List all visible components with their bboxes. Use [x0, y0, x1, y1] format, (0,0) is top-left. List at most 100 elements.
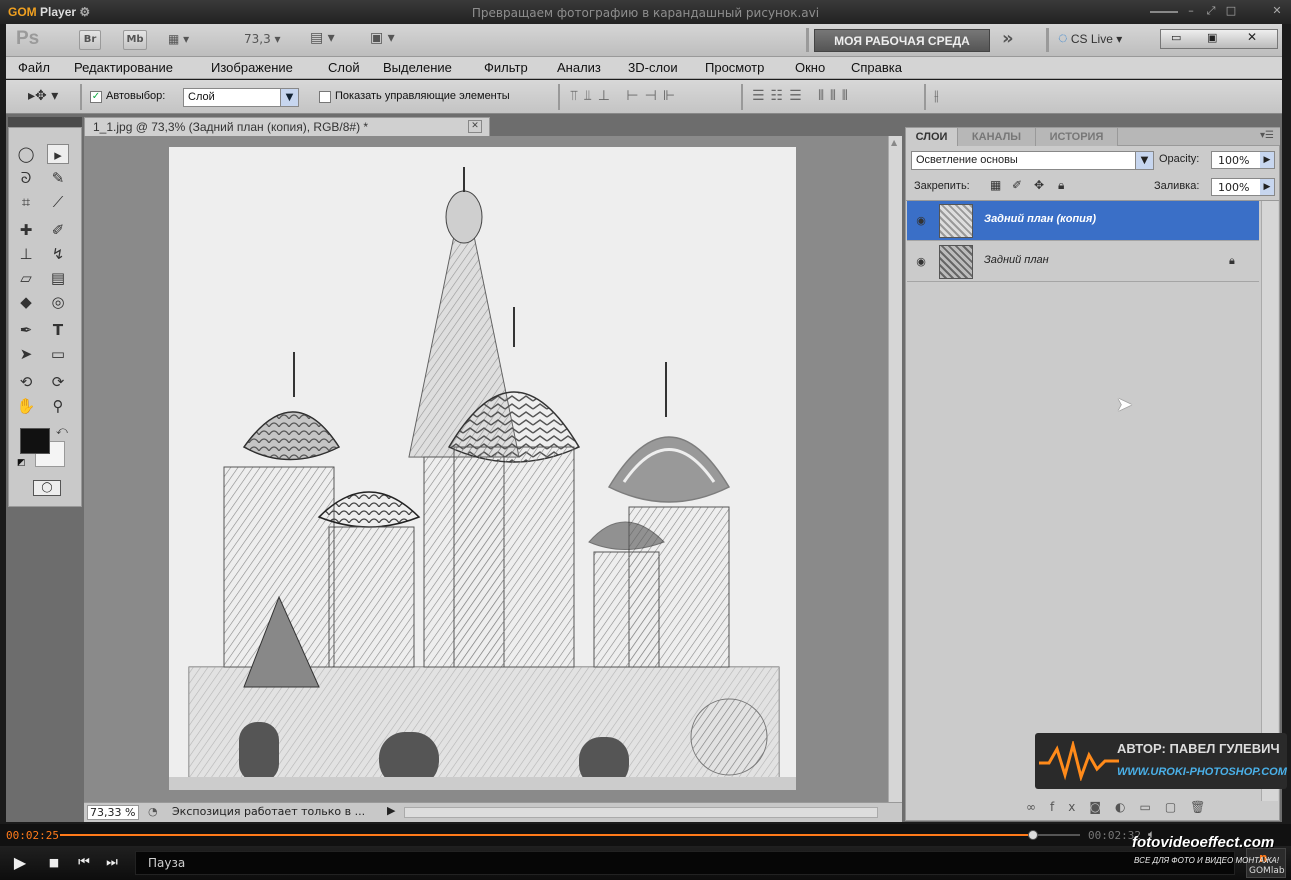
close-icon[interactable]: ✕	[1270, 4, 1284, 18]
ps-close-icon[interactable]: ✕	[1247, 30, 1257, 44]
distribute-buttons[interactable]: ☰☷☰ ⫴⫴⫴	[752, 88, 854, 104]
lock-transparency-icon[interactable]: ▦	[990, 178, 1001, 192]
crop-tool-icon[interactable]: ⌗	[15, 192, 37, 212]
3d-rotate-icon[interactable]: ⟲	[15, 372, 37, 392]
close-document-icon[interactable]: ✕	[468, 120, 482, 133]
horizontal-scrollbar[interactable]	[404, 807, 878, 818]
type-tool-icon[interactable]: T	[47, 320, 69, 340]
quick-mask-icon[interactable]: ◯	[33, 480, 61, 496]
dodge-tool-icon[interactable]: ◎	[47, 292, 69, 312]
eyedropper-tool-icon[interactable]: ⟋	[47, 192, 69, 212]
workspace-button[interactable]: МОЯ РАБОЧАЯ СРЕДА	[814, 29, 990, 52]
lock-position-icon[interactable]: ✥	[1034, 178, 1044, 192]
fill-field[interactable]: 100% ▶	[1211, 178, 1275, 196]
next-icon[interactable]: ⏭	[104, 855, 120, 871]
cs-live-menu[interactable]: ◌ CS Live ▾	[1058, 30, 1122, 48]
view-extras-dropdown[interactable]: ▦ ▾	[168, 32, 214, 48]
marquee-tool-icon[interactable]: ◯	[15, 144, 37, 164]
path-selection-icon[interactable]: ➤	[15, 344, 37, 364]
menu-analysis[interactable]: Анализ	[557, 60, 601, 75]
new-layer-icon[interactable]: ▢	[1165, 800, 1190, 814]
stop-icon[interactable]: ■	[46, 855, 62, 871]
brush-tool-icon[interactable]: ✐	[47, 220, 69, 240]
clone-stamp-icon[interactable]: ⊥	[15, 244, 37, 264]
menu-window[interactable]: Окно	[795, 60, 825, 75]
scroll-up-icon[interactable]: ▲	[891, 138, 897, 147]
fill-arrow-icon[interactable]: ▶	[1260, 179, 1274, 195]
vertical-scrollbar[interactable]: ▲	[888, 136, 902, 802]
autoselect-checkbox[interactable]: ✓	[90, 91, 102, 103]
rectangle-tool-icon[interactable]: ▭	[47, 344, 69, 364]
menu-layer[interactable]: Слой	[328, 60, 360, 75]
seek-track[interactable]	[60, 830, 1080, 840]
fx-icon[interactable]: fx	[1050, 800, 1089, 814]
healing-brush-icon[interactable]: ✚	[15, 220, 37, 240]
lock-pixels-icon[interactable]: ✐	[1012, 178, 1022, 192]
link-layers-icon[interactable]: ∞	[1026, 800, 1050, 814]
previous-icon[interactable]: ⏮	[76, 855, 92, 871]
menu-file[interactable]: Файл	[18, 60, 50, 75]
menu-filter[interactable]: Фильтр	[484, 60, 528, 75]
seek-handle[interactable]	[1028, 830, 1039, 840]
mini-bridge-button[interactable]: Mb	[123, 30, 147, 50]
document-tab[interactable]: 1_1.jpg @ 73,3% (Задний план (копия), RG…	[84, 117, 490, 136]
layer-row-background-copy[interactable]: ◉ Задний план (копия)	[907, 201, 1259, 241]
tab-channels[interactable]: КАНАЛЫ	[958, 128, 1036, 146]
history-brush-icon[interactable]: ↯	[47, 244, 69, 264]
minimize-icon[interactable]: –	[1184, 4, 1198, 18]
menu-image[interactable]: Изображение	[211, 60, 293, 75]
auto-align-layers-button[interactable]: ⫲	[934, 88, 939, 104]
canvas-image[interactable]	[169, 147, 796, 790]
arrange-documents-dropdown[interactable]: ▤ ▾	[310, 30, 335, 46]
zoom-level-field[interactable]: 73,33 %	[87, 805, 139, 820]
align-buttons[interactable]: ⫪⫫⊥ ⊢⊣⊩	[570, 88, 681, 104]
panel-menu-icon[interactable]: ▾☰	[1260, 130, 1274, 141]
default-colors-icon[interactable]: ◩	[17, 458, 26, 468]
3d-orbit-icon[interactable]: ⟳	[47, 372, 69, 392]
lasso-tool-icon[interactable]: ᘐ	[15, 168, 37, 188]
menu-help[interactable]: Справка	[851, 60, 902, 75]
move-tool-icon[interactable]: ▸	[47, 144, 69, 164]
move-tool-preset[interactable]: ▸✥ ▾	[28, 88, 58, 104]
more-workspaces-icon[interactable]: »	[1002, 28, 1014, 49]
tab-layers[interactable]: СЛОИ	[906, 128, 958, 146]
zoom-tool-icon[interactable]: ⚲	[47, 396, 69, 416]
gradient-tool-icon[interactable]: ▤	[47, 268, 69, 288]
menu-3d[interactable]: 3D-слои	[628, 60, 678, 75]
visibility-eye-icon[interactable]: ◉	[913, 255, 929, 269]
tab-history[interactable]: ИСТОРИЯ	[1036, 128, 1118, 146]
opacity-arrow-icon[interactable]: ▶	[1260, 152, 1274, 168]
menu-edit[interactable]: Редактирование	[74, 60, 173, 75]
zoom-dropdown[interactable]: 73,3 ▾	[244, 32, 281, 46]
opacity-field[interactable]: 100% ▶	[1211, 151, 1275, 169]
toolbox-header[interactable]	[8, 117, 82, 127]
bridge-button[interactable]: Br	[79, 30, 101, 50]
ps-restore-icon[interactable]: ▣	[1207, 31, 1217, 44]
layer-row-background[interactable]: ◉ Задний план 🔒︎	[907, 242, 1259, 282]
blend-mode-select[interactable]: Осветление основы ▼	[911, 151, 1154, 170]
play-icon[interactable]: ▶	[12, 855, 28, 871]
blur-tool-icon[interactable]: ◆	[15, 292, 37, 312]
hand-tool-icon[interactable]: ✋	[15, 396, 37, 416]
lock-all-icon[interactable]: 🔒︎	[1058, 178, 1064, 193]
menu-select[interactable]: Выделение	[383, 60, 452, 75]
status-info-icon[interactable]: ◔	[148, 805, 158, 818]
mask-icon[interactable]: ◙	[1089, 800, 1115, 814]
layers-scrollbar[interactable]	[1261, 201, 1278, 801]
trash-icon[interactable]: 🗑︎	[1190, 800, 1219, 814]
screen-mode-dropdown[interactable]: ▣ ▾	[370, 30, 395, 46]
visibility-eye-icon[interactable]: ◉	[913, 214, 929, 228]
ps-minimize-icon[interactable]: ▭	[1171, 31, 1181, 44]
pen-tool-icon[interactable]: ✒	[15, 320, 37, 340]
fullscreen-icon[interactable]: ⤢	[1204, 4, 1218, 18]
quick-select-tool-icon[interactable]: ✎	[47, 168, 69, 188]
show-transform-controls-checkbox[interactable]	[319, 91, 331, 103]
swap-colors-icon[interactable]: ⤺	[56, 424, 68, 438]
status-menu-arrow-icon[interactable]: ▶	[387, 804, 395, 817]
menu-view[interactable]: Просмотр	[705, 60, 764, 75]
group-icon[interactable]: ▭	[1139, 800, 1164, 814]
eraser-tool-icon[interactable]: ▱	[15, 268, 37, 288]
adjustment-icon[interactable]: ◐	[1115, 800, 1139, 814]
autoselect-select[interactable]: Слой ▼	[183, 88, 299, 107]
maximize-icon[interactable]: □	[1224, 4, 1238, 18]
